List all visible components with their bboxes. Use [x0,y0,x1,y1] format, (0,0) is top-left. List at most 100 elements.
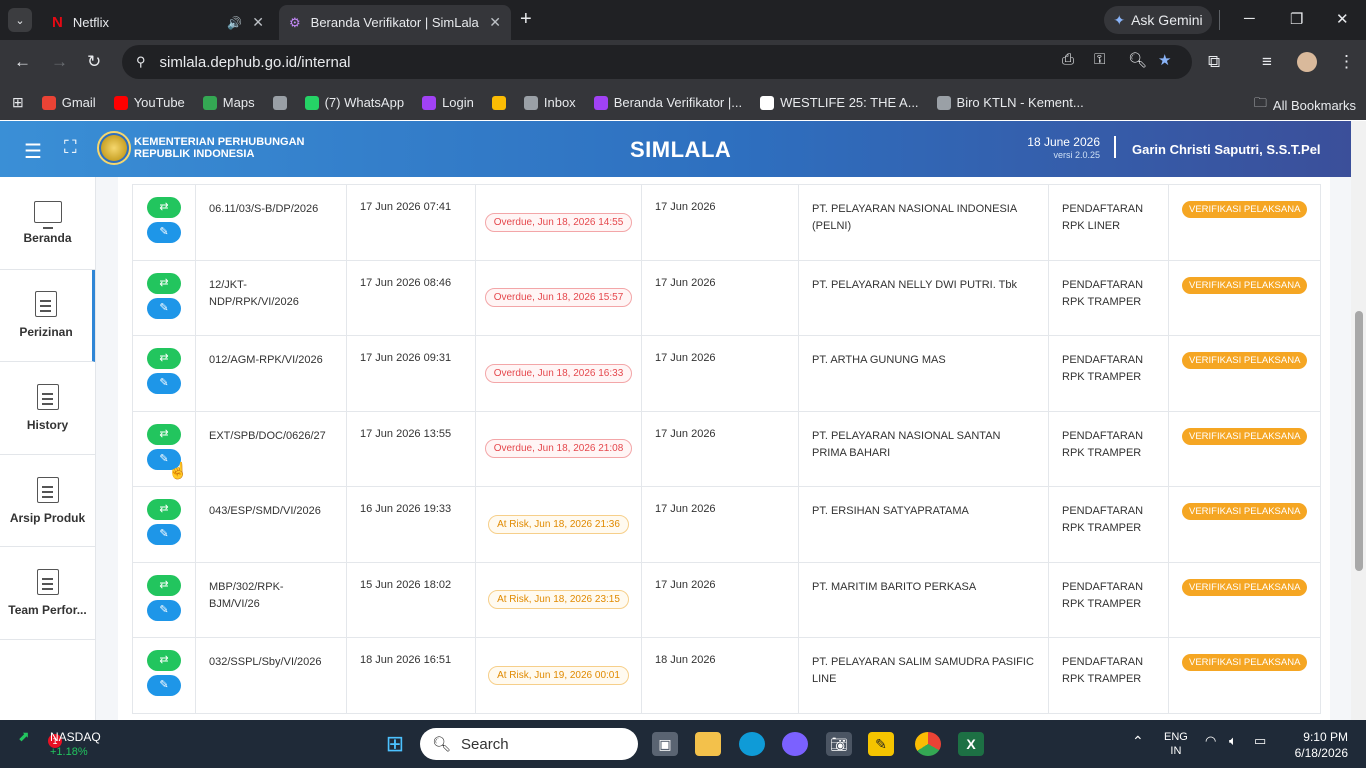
new-tab-button[interactable]: + [520,8,532,31]
header-divider [1114,136,1116,158]
close-window-button[interactable]: ✕ [1336,10,1349,28]
bookmark-item[interactable]: Gmail [41,95,96,110]
table-row: ⇄ ✎ 12/JKT-NDP/RPK/VI/2026 17 Jun 2026 08:4… [132,259,1322,336]
reload-icon[interactable]: ↻ [87,52,101,72]
reassign-button[interactable]: ⇄ [147,272,181,294]
taskbar-search[interactable]: 🔍︎ Search [420,728,638,760]
ask-gemini-button[interactable]: ✦ Ask Gemini [1104,6,1212,34]
reassign-button[interactable]: ⇄ [147,574,181,596]
page-scrollbar[interactable] [1351,121,1366,720]
file-explorer-icon[interactable] [695,732,721,756]
minimize-button[interactable]: ─ [1244,10,1255,27]
sidebar-item-perizinan[interactable]: Perizinan [0,269,95,363]
document-icon [36,569,59,596]
wifi-icon[interactable]: ◠ [1205,734,1216,748]
layanan-cell: PENDAFTARAN RPK TRAMPER [1048,410,1169,487]
reassign-button[interactable]: ⇄ [147,423,181,445]
edit-button[interactable]: ✎ [147,599,181,621]
more-menu-icon[interactable]: ⋮ [1338,52,1355,72]
edit-button[interactable]: ✎ [147,373,181,394]
apps-grid-icon[interactable]: ⊞ [12,94,24,111]
table-row: ⇄ ✎ 06.11/03/S-B/DP/2026 17 Jun 2026 07:41 O… [132,184,1322,261]
bookmark-item[interactable]: Login [422,95,474,110]
bookmark-item[interactable]: WESTLIFE 25: THE A... [760,95,919,110]
app-icon[interactable] [782,732,808,756]
media-control-icon[interactable]: ≡ [1262,52,1272,72]
app-header: ☰ ⛶ KEMENTERIAN PERHUBUNGAN REPUBLIK IND… [0,121,1351,177]
address-bar[interactable]: ⚲ simlala.dephub.go.id/internal ⎙ ⚿ 🔍︎ ★ [122,45,1192,79]
bookmark-item[interactable]: YouTube [113,95,185,110]
layanan-cell: PENDAFTARAN RPK LINER [1048,184,1169,261]
status-badge: VERIFIKASI PELAKSANA [1182,352,1308,369]
install-app-icon[interactable]: ⎙ [1062,51,1074,68]
login-icon [422,95,437,110]
show-hidden-icons-icon[interactable]: ⌃ [1132,734,1144,748]
status-cell: VERIFIKASI PELAKSANA [1167,184,1322,261]
tab-search-button[interactable]: ⌄ [8,8,32,32]
all-bookmarks-button[interactable]: 🗀 All Bookmarks [1254,94,1356,116]
system-clock[interactable]: 9:10 PM 6/18/2026 [1295,729,1348,761]
close-tab-icon[interactable]: ✕ [489,14,501,31]
due-cell: Overdue, Jun 18, 2026 14:55 [475,184,642,261]
status-cell: VERIFIKASI PELAKSANA [1167,561,1322,638]
user-name[interactable]: Garin Christi Saputri, S.S.T.Pel [1132,142,1321,157]
bookmark-star-icon[interactable]: ★ [1158,51,1171,69]
due-cell: At Risk, Jun 18, 2026 23:15 [475,561,642,638]
globe-icon [936,95,951,110]
clock-time: 9:10 PM [1303,730,1348,744]
bookmark-item[interactable]: Inbox [523,95,576,110]
reassign-button[interactable]: ⇄ [147,197,181,218]
fullscreen-icon[interactable]: ⛶ [64,137,77,158]
extensions-icon[interactable]: ⧉ [1208,52,1220,72]
reassign-button[interactable]: ⇄ [147,348,181,369]
bookmark-item[interactable] [272,95,287,110]
zoom-icon[interactable]: 🔍︎ [1128,51,1147,69]
windows-start-icon[interactable]: ⊞ [382,731,408,756]
close-tab-icon[interactable]: ✕ [252,14,264,31]
task-view-icon[interactable]: ▣ [652,732,678,756]
hamburger-menu-icon[interactable]: ☰ [24,139,42,164]
bookmark-item[interactable]: Biro KTLN - Kement... [936,95,1084,110]
perusahaan-cell: PT. MARITIM BARITO PERKASA [798,561,1049,638]
site-info-icon[interactable]: ⚲ [136,54,146,70]
battery-icon[interactable]: ▭ [1254,734,1266,748]
password-key-icon[interactable]: ⚿ [1094,51,1105,68]
bookmark-item[interactable]: Maps [202,95,255,110]
volume-icon[interactable]: 🔈︎ [1229,734,1237,748]
status-cell: VERIFIKASI PELAKSANA [1167,410,1322,487]
language-indicator[interactable]: ENG IN [1164,730,1188,758]
forward-icon[interactable]: → [51,52,68,72]
tab-simlala[interactable]: ⚙ Beranda Verifikator | SimLala ✕ [279,5,511,40]
bookmark-item[interactable]: Beranda Verifikator |... [593,95,742,110]
chrome-icon[interactable] [915,732,941,756]
bookmark-item[interactable]: (7) WhatsApp [304,95,404,110]
swap-icon: ⇄ [159,352,169,364]
tab-netflix[interactable]: N Netflix 🔊 ✕ [42,5,274,40]
stock-widget[interactable]: ⬈ 1 NASDAQ +1.18% [18,728,101,758]
sticky-notes-icon[interactable]: ✎ [868,732,894,756]
edit-button[interactable]: ✎ [147,524,181,545]
due-badge: Overdue, Jun 18, 2026 14:55 [484,212,633,232]
sidebar-item-team-performance[interactable]: Team Perfor... [0,547,95,640]
excel-icon[interactable]: X [958,732,984,756]
edge-icon[interactable] [739,732,765,756]
sidebar-item-arsip-produk[interactable]: Arsip Produk [0,455,95,548]
reassign-button[interactable]: ⇄ [147,650,181,671]
sidebar-item-beranda[interactable]: Beranda [0,177,95,270]
sidebar-item-label: Team Perfor... [8,603,87,618]
tanggal-masuk-cell: 16 Jun 2026 19:33 [346,486,476,563]
organization-name: KEMENTERIAN PERHUBUNGAN REPUBLIK INDONES… [134,136,305,160]
sidebar-item-history[interactable]: History [0,362,95,455]
speaker-icon[interactable]: 🔊 [227,16,242,30]
maximize-button[interactable]: ❐ [1290,10,1303,28]
edit-button[interactable]: ✎ [147,222,181,243]
reassign-button[interactable]: ⇄ [147,499,181,520]
back-icon[interactable]: ← [14,52,31,72]
camera-icon[interactable]: 📷︎ [826,732,852,756]
action-cell: ⇄ ✎ [132,184,196,261]
bookmark-item[interactable] [491,95,506,110]
profile-avatar[interactable] [1297,52,1317,72]
edit-button[interactable]: ✎ [147,297,181,319]
scrollbar-thumb[interactable] [1355,311,1363,571]
edit-button[interactable]: ✎ [147,675,181,696]
